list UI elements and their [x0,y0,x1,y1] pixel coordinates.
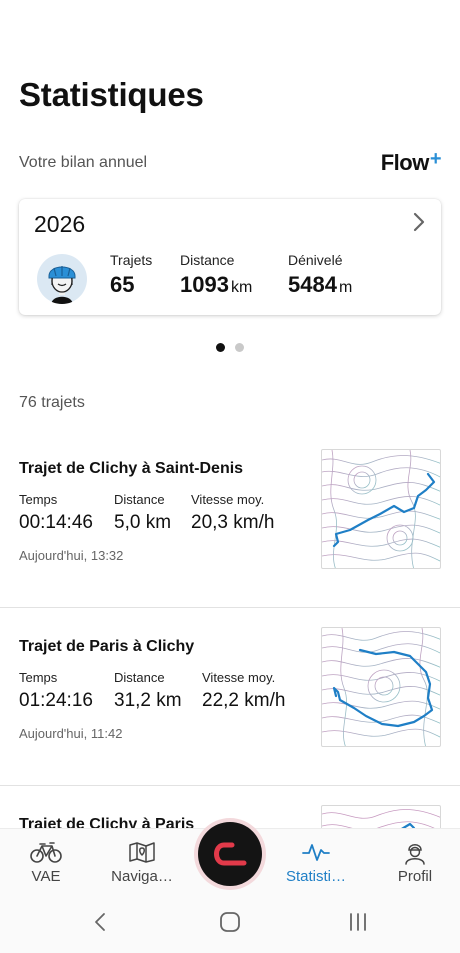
home-icon[interactable] [219,912,241,932]
stat-distance-label: Distance [180,252,235,268]
back-icon[interactable] [92,912,108,932]
nav-navigation[interactable]: Naviga… [96,829,188,891]
annual-summary-label: Votre bilan annuel [19,154,148,171]
trip-distance-value: 5,0 km [114,512,172,533]
trip-distance-label: Distance [114,670,165,685]
nav-statistics-label: Statisti… [285,868,346,885]
page-indicator-dot[interactable] [235,343,244,352]
nav-statistics[interactable]: Statisti… [270,829,362,891]
trip-time-value: 00:14:46 [19,512,93,533]
annual-summary-header: Votre bilan annuel Flow+ [19,148,442,176]
recent-apps-icon[interactable] [347,912,369,932]
trip-distance: Distance 31,2 km [114,670,182,712]
stat-distance: Distance 1093 km [180,252,252,298]
system-navigation-bar [0,890,460,953]
brand-plus: + [429,148,442,170]
trip-distance-value: 31,2 km [114,690,182,711]
person-icon [405,844,425,865]
stat-elevation-label: Dénivelé [288,252,343,268]
nav-profile-label: Profil [397,868,433,885]
stat-elevation: Dénivelé 5484 m [288,252,352,298]
cyclist-avatar [37,254,87,304]
trip-card[interactable]: Trajet de Clichy à Saint-Denis Temps 00:… [0,430,460,608]
page-title: Statistiques [19,76,204,113]
topographic-map-icon [322,628,440,746]
trip-distance: Distance 5,0 km [114,492,171,534]
route-map-thumbnail [321,449,441,569]
year-label: 2026 [34,211,86,237]
stat-distance-value: 1093 [180,272,229,297]
activity-icon [302,844,330,861]
stat-trips-value: 65 [110,272,135,297]
flow-center-button-inner [198,822,262,886]
trip-time-label: Temps [19,670,58,685]
page-indicator-dot-active[interactable] [216,343,225,352]
nav-vae-label: VAE [31,868,61,885]
trip-time-label: Temps [19,492,58,507]
brand-name: Flow [380,150,430,175]
trip-time-value: 01:24:16 [19,690,93,711]
trip-time: Temps 00:14:46 [19,492,93,534]
trip-speed-label: Vitesse moy. [191,492,265,507]
route-map-thumbnail [321,627,441,747]
annual-summary-card[interactable]: 2026 Trajets 65 Distance 1093 km Dénivelé… [19,199,441,315]
flow-logo-icon [214,842,247,866]
trip-count: 76 trajets [19,394,85,411]
nav-navigation-label: Naviga… [111,868,173,885]
stat-elevation-unit: m [338,279,353,296]
trip-speed: Vitesse moy. 22,2 km/h [202,670,285,712]
trip-speed: Vitesse moy. 20,3 km/h [191,492,274,534]
trip-title: Trajet de Clichy à Saint-Denis [19,460,244,477]
trip-speed-value: 20,3 km/h [191,512,275,533]
nav-profile[interactable]: Profil [369,829,460,891]
flow-plus-logo: Flow+ [380,148,442,176]
nav-vae[interactable]: VAE [0,829,92,891]
trip-date: Aujourd'hui, 11:42 [19,726,123,741]
trip-time: Temps 01:24:16 [19,670,93,712]
topographic-map-icon [322,450,440,568]
map-icon [129,842,155,863]
bike-icon [30,842,62,863]
flow-center-button[interactable] [194,818,266,890]
trip-speed-label: Vitesse moy. [202,670,276,685]
stat-distance-unit: km [230,279,253,296]
chevron-right-icon [413,212,425,232]
stat-trips-label: Trajets [110,252,153,268]
trip-title: Trajet de Paris à Clichy [19,638,195,655]
stat-elevation-value: 5484 [288,272,337,297]
trip-card[interactable]: Trajet de Paris à Clichy Temps 01:24:16 … [0,608,460,786]
stat-trips: Trajets 65 [110,252,152,298]
trip-speed-value: 22,2 km/h [202,690,286,711]
trip-distance-label: Distance [114,492,165,507]
cyclist-helmet-icon [48,266,76,304]
trip-date: Aujourd'hui, 13:32 [19,548,124,563]
page-indicator [0,343,460,352]
